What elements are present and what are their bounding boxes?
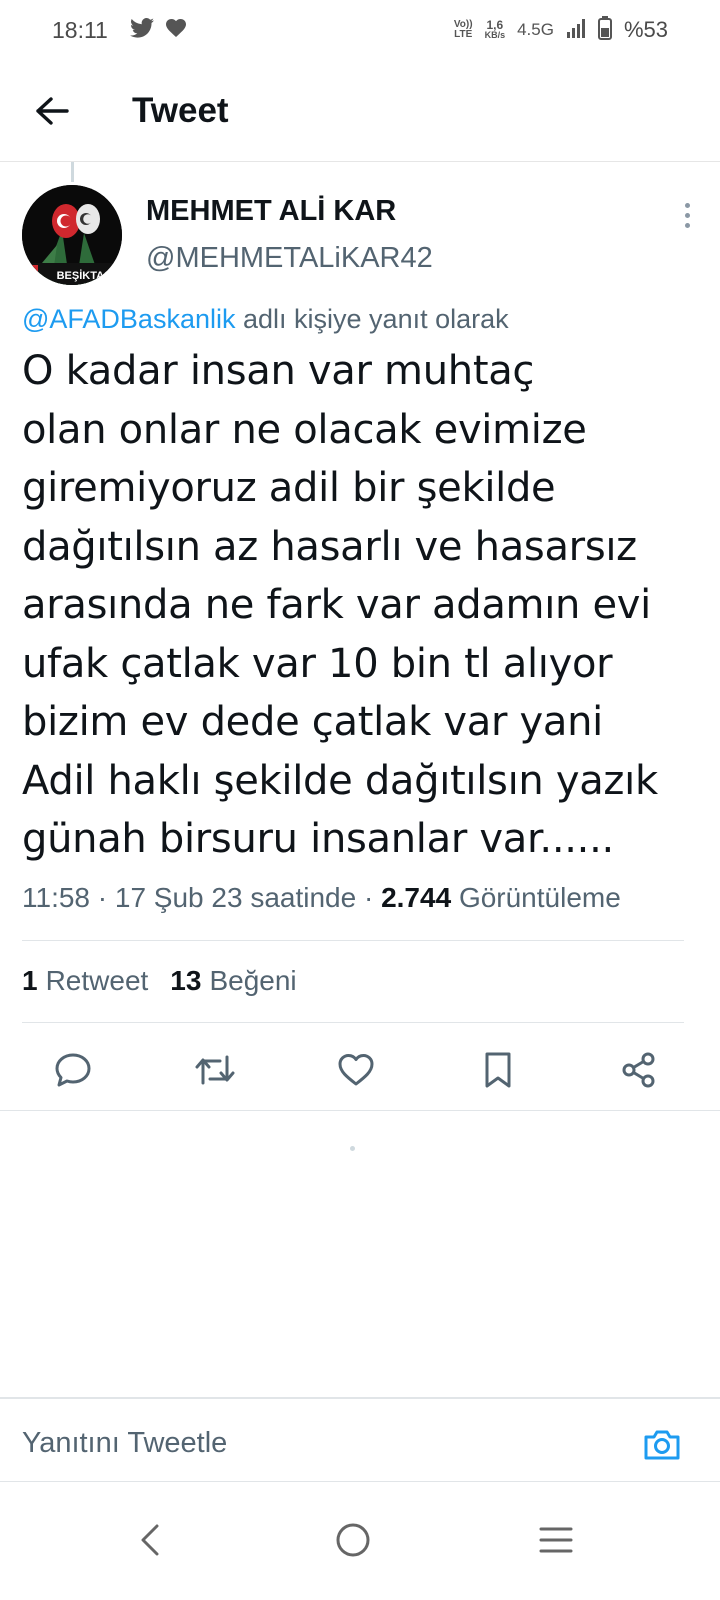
like-count: 13 [170,965,202,996]
tweet-stats: 1 Retweet 13 Beğeni [22,965,297,997]
author-name[interactable]: MEHMET ALİ KAR [146,195,396,228]
tweet-text-line: olan onlar ne olacak evimize [22,406,587,453]
share-icon [622,1052,655,1088]
status-right: Vo)) LTE 1,6 KB/s 4.5G %53 [454,0,668,60]
share-button[interactable] [614,1045,664,1095]
tweet-text: O kadar insan var muhtaç olan onlar ne o… [22,342,698,869]
nav-menu-icon [539,1527,573,1553]
bookmark-button[interactable] [473,1045,523,1095]
volte-indicator: Vo)) LTE [453,19,473,40]
reply-mention-link[interactable]: @AFADBaskanlik [22,304,235,334]
camera-button[interactable] [642,1425,682,1465]
nav-home-icon [336,1523,370,1557]
views-count: 2.744 [381,882,452,913]
signal-icon [566,18,586,43]
divider [22,1022,684,1023]
reply-bar: Yanıtını Tweetle [0,1397,720,1481]
like-icon [338,1054,374,1086]
tweet-text-line: günah birsuru insanlar var...... [22,816,614,862]
tweet-text-line: bizim ev dede çatlak var yani [22,699,603,745]
tweet-author: BEŞİKTAŞ MEHMET ALİ KAR @MEHMETALiKAR42 [22,185,702,285]
like-button[interactable] [331,1045,381,1095]
retweet-icon [195,1055,234,1085]
system-nav-bar [0,1481,720,1600]
status-bar: 18:11 Vo)) LTE 1,6 KB/s 4.5G %53 [0,0,720,60]
nav-back-button[interactable] [120,1510,180,1570]
divider [22,940,684,941]
back-button[interactable] [22,81,82,141]
tweet-actions [22,1040,684,1100]
more-options-button[interactable] [672,195,702,235]
tweet-text-line: O kadar insan var muhtaç [22,348,535,394]
status-time: 18:11 [52,16,108,43]
nav-home-button[interactable] [323,1510,383,1570]
tweet-text-line: Adil haklı şekilde dağıtılsın yazık [22,757,658,804]
like-label: Beğeni [209,965,297,996]
retweet-count: 1 [22,965,38,996]
tweet-text-line: ufak çatlak var 10 bin tl alıyor [22,640,613,687]
battery-percent: %53 [623,17,668,42]
twitter-icon [129,17,154,43]
reply-button[interactable] [48,1045,98,1095]
nav-menu-button[interactable] [526,1510,586,1570]
reply-context: @AFADBaskanlik adlı kişiye yanıt olarak [22,304,509,335]
tweet-text-line: giremiyoruz adil bir şekilde [22,465,556,511]
status-left-icons [129,17,186,43]
tweet-timestamp[interactable]: 11:58 · 17 Şub 23 saatinde · [22,882,373,913]
avatar[interactable]: BEŞİKTAŞ [22,185,122,285]
app-header: Tweet [0,60,720,162]
retweet-button[interactable] [190,1045,240,1095]
divider [0,1110,720,1111]
arrow-left-icon [36,96,69,125]
more-dot [684,222,690,228]
network-type: 4.5G [517,20,554,39]
heart-icon [165,18,186,42]
tweet-meta: 11:58 · 17 Şub 23 saatinde · 2.744 Görün… [22,882,621,914]
author-handle[interactable]: @MEHMETALiKAR42 [146,242,433,275]
network-speed: 1,6 KB/s [484,18,506,40]
reply-suffix: adlı kişiye yanıt olarak [243,304,509,334]
like-stat[interactable]: 13 Beğeni [170,965,296,997]
loading-indicator [350,1146,355,1151]
retweet-label: Retweet [45,965,149,996]
thread-line [71,162,74,182]
bookmark-icon [485,1052,510,1088]
tweet-text-line: dağıtılsın az hasarlı ve hasarsız [22,523,637,570]
more-dot [684,212,690,218]
retweet-stat[interactable]: 1 Retweet [22,965,148,997]
reply-icon [55,1053,91,1087]
camera-icon [644,1430,680,1460]
page-title: Tweet [132,90,229,130]
battery-icon [597,15,612,45]
avatar-text: BEŞİKTAŞ [57,269,112,282]
views-label: Görüntüleme [458,882,621,913]
reply-input[interactable]: Yanıtını Tweetle [22,1427,227,1460]
nav-back-icon [141,1524,159,1556]
more-dot [684,202,690,208]
tweet-text-line: arasında ne fark var adamın evi [22,582,651,628]
